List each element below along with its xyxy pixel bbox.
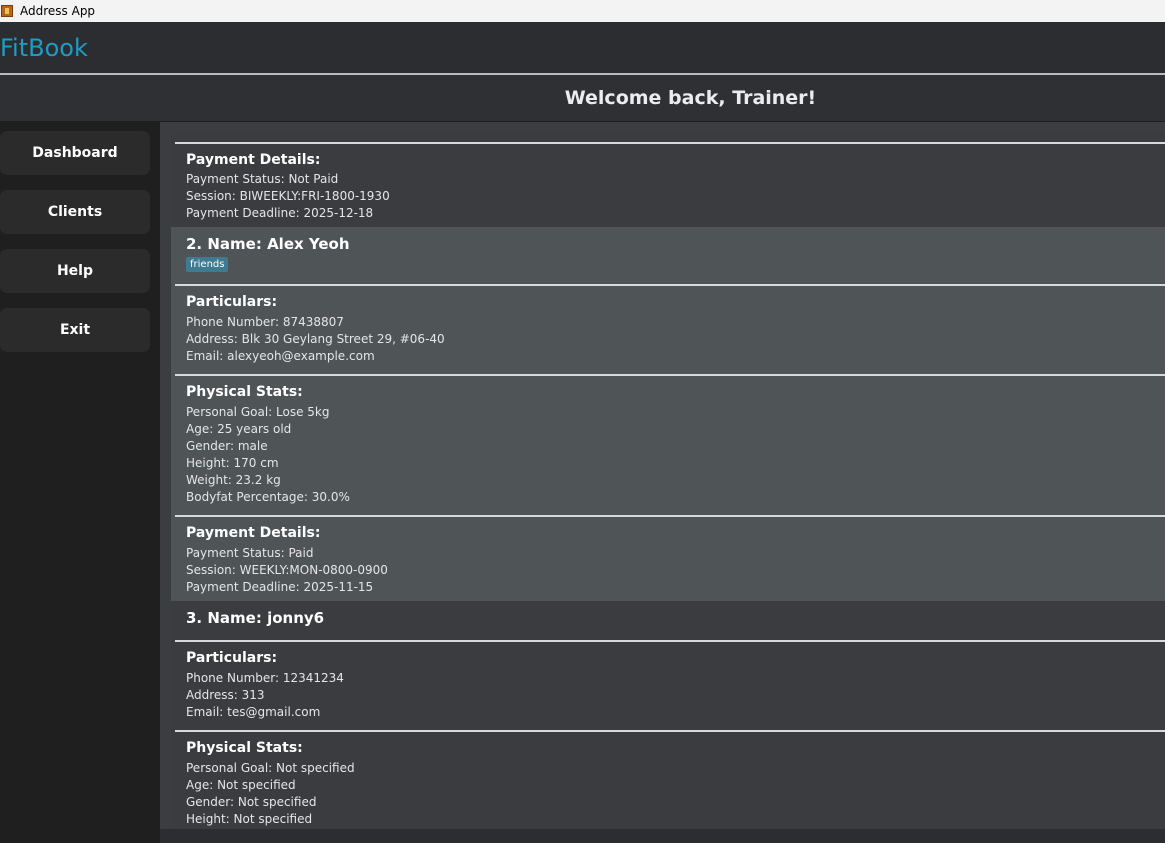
client-card[interactable]: Payment Details: Payment Status: Not Pai… xyxy=(171,132,1165,227)
section-divider xyxy=(175,515,1165,517)
client-card-selected[interactable]: 2. Name: Alex Yeoh friends Particulars: … xyxy=(171,227,1165,601)
personal-goal: Personal Goal: Not specified xyxy=(186,761,355,775)
particulars-title: Particulars: xyxy=(186,294,278,310)
phone-number: Phone Number: 12341234 xyxy=(186,671,344,685)
client-index: 2. xyxy=(186,235,203,253)
physical-stats-title: Physical Stats: xyxy=(186,384,303,400)
personal-goal: Personal Goal: Lose 5kg xyxy=(186,405,330,419)
client-name-text: Name: jonny6 xyxy=(207,609,325,627)
payment-details-title: Payment Details: xyxy=(186,525,321,541)
payment-session: Session: BIWEEKLY:FRI-1800-1930 xyxy=(186,189,390,203)
section-divider xyxy=(175,640,1165,642)
age: Age: 25 years old xyxy=(186,422,292,436)
main-panel: Payment Details: Payment Status: Not Pai… xyxy=(160,122,1165,843)
payment-session: Session: WEEKLY:MON-0800-0900 xyxy=(186,563,388,577)
phone-number: Phone Number: 87438807 xyxy=(186,315,344,329)
height: Height: 170 cm xyxy=(186,456,279,470)
window-titlebar: Address App xyxy=(0,0,1165,22)
weight: Weight: 23.2 kg xyxy=(186,473,281,487)
dashboard-button[interactable]: Dashboard xyxy=(0,131,150,175)
height: Height: Not specified xyxy=(186,812,313,826)
sidebar: Dashboard Clients Help Exit xyxy=(0,122,160,843)
client-name: 3. Name: jonny6 xyxy=(186,609,324,627)
tag-badge: friends xyxy=(186,257,229,272)
physical-stats-title: Physical Stats: xyxy=(186,740,303,756)
address: Address: Blk 30 Geylang Street 29, #06-4… xyxy=(186,332,445,346)
section-divider xyxy=(175,284,1165,286)
clients-button[interactable]: Clients xyxy=(0,190,150,234)
payment-deadline: Payment Deadline: 2025-11-15 xyxy=(186,580,374,594)
gender: Gender: Not specified xyxy=(186,795,317,809)
gender: Gender: male xyxy=(186,439,268,453)
payment-status: Payment Status: Paid xyxy=(186,546,314,560)
client-name: 2. Name: Alex Yeoh xyxy=(186,235,350,253)
dashboard-button-label: Dashboard xyxy=(32,145,118,161)
particulars-title: Particulars: xyxy=(186,650,278,666)
section-divider xyxy=(175,374,1165,376)
address: Address: 313 xyxy=(186,688,265,702)
address-app-icon xyxy=(1,5,13,17)
bodyfat-percentage: Bodyfat Percentage: 30.0% xyxy=(186,490,350,504)
client-name-text: Name: Alex Yeoh xyxy=(207,235,350,253)
welcome-banner: Welcome back, Trainer! xyxy=(0,75,1165,122)
section-divider xyxy=(175,730,1165,732)
clients-button-label: Clients xyxy=(47,204,103,220)
client-list[interactable]: Payment Details: Payment Status: Not Pai… xyxy=(171,132,1165,829)
help-button[interactable]: Help xyxy=(0,249,150,293)
payment-status: Payment Status: Not Paid xyxy=(186,172,339,186)
welcome-text: Welcome back, Trainer! xyxy=(564,87,817,109)
brand-header: FitBook xyxy=(0,22,1165,75)
email: Email: tes@gmail.com xyxy=(186,705,321,719)
exit-button[interactable]: Exit xyxy=(0,308,150,352)
payment-deadline: Payment Deadline: 2025-12-18 xyxy=(186,206,374,220)
brand-logo-text: FitBook xyxy=(0,34,88,62)
help-button-label: Help xyxy=(56,263,94,279)
email: Email: alexyeoh@example.com xyxy=(186,349,375,363)
client-index: 3. xyxy=(186,609,203,627)
list-bottom-edge xyxy=(160,829,1165,843)
window-title: Address App xyxy=(20,4,96,18)
exit-button-label: Exit xyxy=(59,322,91,338)
payment-details-title: Payment Details: xyxy=(186,152,321,168)
section-divider xyxy=(175,142,1165,144)
client-card[interactable]: 3. Name: jonny6 Particulars: Phone Numbe… xyxy=(171,601,1165,829)
age: Age: Not specified xyxy=(186,778,296,792)
